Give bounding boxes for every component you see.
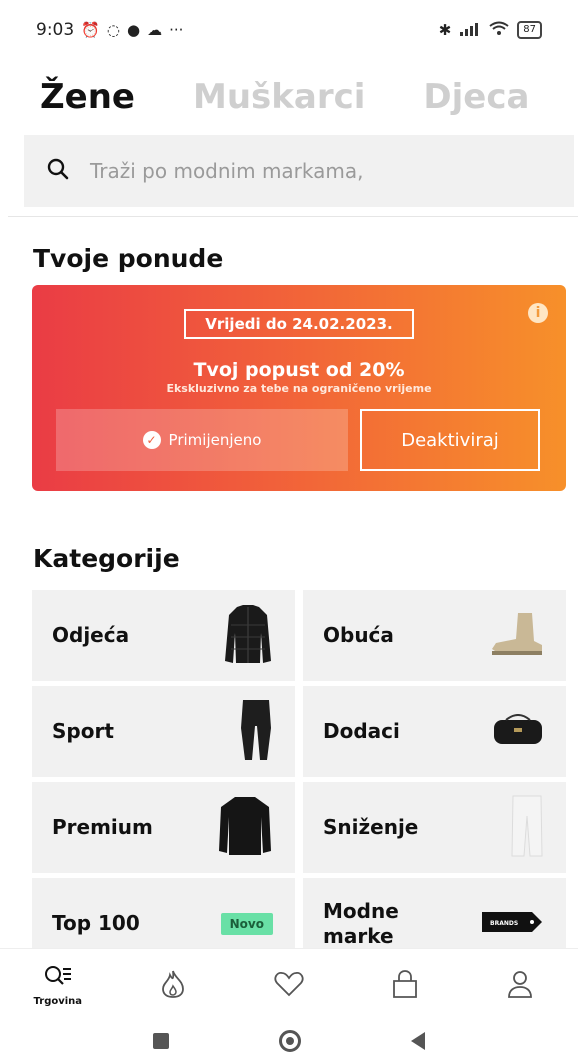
category-premium[interactable]: Premium xyxy=(32,782,295,873)
category-label: Sport xyxy=(52,719,114,743)
boot-image xyxy=(488,611,544,661)
check-icon: ✓ xyxy=(142,431,161,449)
category-odjeca[interactable]: Odjeća xyxy=(32,590,295,681)
recent-apps-icon[interactable] xyxy=(153,1032,169,1049)
offer-discount-title: Tvoj popust od 20% xyxy=(193,359,405,381)
new-badge: Novo xyxy=(220,912,273,935)
nav-trgovina[interactable]: Trgovina xyxy=(0,949,116,1022)
info-icon[interactable]: i xyxy=(528,303,548,323)
pants-image xyxy=(510,794,544,862)
brands-tag-image: BRANDS xyxy=(480,910,544,938)
status-left: 9:03 ⏰ ◌ ● ☁ ··· xyxy=(36,20,183,40)
battery-icon: 87 xyxy=(517,21,542,39)
search-icon xyxy=(46,157,70,185)
search-input[interactable]: Traži po modnim markama, xyxy=(24,135,574,207)
offer-card: Vrijedi do 24.02.2023. i Tvoj popust od … xyxy=(32,285,566,491)
categories-title: Kategorije xyxy=(33,544,180,573)
nav-label: Trgovina xyxy=(33,996,83,1007)
status-right: ✱ 87 xyxy=(439,21,542,39)
tab-muskarci[interactable]: Muškarci xyxy=(193,77,365,117)
brands-tag-text: BRANDS xyxy=(490,920,518,927)
home-icon[interactable] xyxy=(279,1029,301,1052)
whatsapp-icon: ◌ xyxy=(106,20,120,39)
category-label: Odjeća xyxy=(52,623,130,647)
bluetooth-icon: ✱ xyxy=(438,20,452,39)
nav-favorites[interactable] xyxy=(231,949,347,1022)
offer-valid-until: Vrijedi do 24.02.2023. xyxy=(184,309,414,339)
offers-title: Tvoje ponude xyxy=(33,244,224,273)
gender-tabs: Žene Muškarci Djeca xyxy=(40,72,529,122)
deactivate-button[interactable]: Deaktiviraj xyxy=(360,409,540,471)
category-label: Obuća xyxy=(323,623,394,647)
category-label: Modne marke xyxy=(323,898,399,948)
status-bar: 9:03 ⏰ ◌ ● ☁ ··· ✱ 87 xyxy=(0,0,578,60)
offer-discount-subtitle: Ekskluzivno za tebe na ograničeno vrijem… xyxy=(166,382,432,395)
category-label: Premium xyxy=(52,815,153,839)
nav-profile[interactable] xyxy=(462,949,578,1022)
wifi-icon xyxy=(489,21,509,39)
divider xyxy=(8,216,578,217)
heart-icon xyxy=(274,971,304,1001)
category-label: Sniženje xyxy=(323,815,419,839)
category-dodaci[interactable]: Dodaci xyxy=(303,686,566,777)
status-time: 9:03 xyxy=(36,20,75,40)
bottom-nav: Trgovina xyxy=(0,948,578,1022)
bag-image xyxy=(492,713,544,750)
sweater-image xyxy=(217,795,273,861)
more-icon: ··· xyxy=(169,20,184,39)
signal-icon xyxy=(459,22,481,39)
applied-button[interactable]: ✓ Primijenjeno xyxy=(56,409,348,471)
nav-cart[interactable] xyxy=(347,949,463,1022)
category-obuca[interactable]: Obuća xyxy=(303,590,566,681)
system-nav-bar xyxy=(0,1022,578,1059)
user-icon xyxy=(506,969,534,1003)
category-label: Dodaci xyxy=(323,719,400,743)
flame-icon xyxy=(160,969,186,1003)
cloud-icon: ☁ xyxy=(147,20,163,39)
category-label: Top 100 xyxy=(52,911,140,935)
nav-trending[interactable] xyxy=(116,949,232,1022)
search-placeholder: Traži po modnim markama, xyxy=(90,159,364,183)
applied-label: Primijenjeno xyxy=(168,431,262,449)
search-list-icon xyxy=(43,964,73,994)
alarm-icon: ⏰ xyxy=(81,20,100,39)
messenger-icon: ● xyxy=(126,20,141,39)
category-sport[interactable]: Sport xyxy=(32,686,295,777)
tab-zene[interactable]: Žene xyxy=(40,77,135,117)
tab-djeca[interactable]: Djeca xyxy=(423,77,529,117)
jacket-image xyxy=(223,603,273,669)
category-snizenje[interactable]: Sniženje xyxy=(303,782,566,873)
bag-icon xyxy=(391,969,419,1003)
leggings-image xyxy=(239,698,273,766)
back-icon[interactable] xyxy=(411,1031,425,1050)
